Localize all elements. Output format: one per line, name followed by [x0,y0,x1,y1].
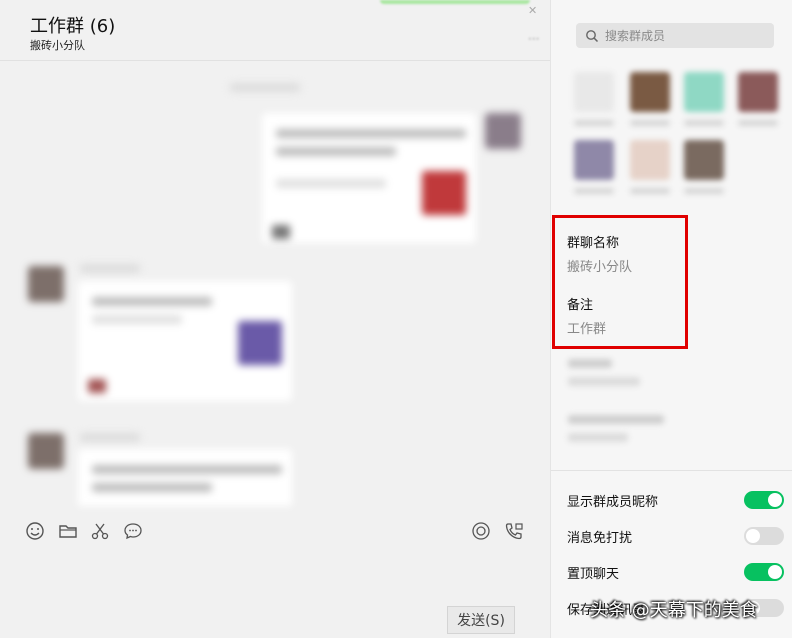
toggle-row-show-nicknames: 显示群成员昵称 [567,489,787,513]
more-icon[interactable]: ··· [528,32,539,46]
watermark: 头条 @天幕下的美食 [590,600,758,621]
chat-title: 工作群 (6) [30,16,116,37]
chat-pane: 工作群 (6) 搬砖小分队 ··· 发送(S) [0,0,550,638]
member-avatar[interactable] [574,72,614,112]
mute-notifications-toggle[interactable] [744,527,784,545]
emoji-icon[interactable] [24,520,46,542]
folder-icon[interactable] [57,520,79,542]
chat-subtitle: 搬砖小分队 [30,39,85,52]
chat-header: 工作群 (6) 搬砖小分队 ··· [0,0,550,61]
toggle-row-mute: 消息免打扰 [567,525,787,549]
member-avatar[interactable] [630,72,670,112]
toggle-label: 消息免打扰 [567,531,633,546]
close-icon[interactable]: ✕ [528,4,537,17]
divider [551,470,792,471]
toggle-label: 置顶聊天 [567,567,620,582]
avatar[interactable] [28,433,64,469]
member-avatar[interactable] [738,72,778,112]
scissors-icon[interactable] [89,520,111,542]
search-icon [586,29,599,42]
toggle-label: 显示群成员昵称 [567,495,659,510]
avatar[interactable] [485,113,521,149]
group-notice-section [560,355,790,460]
member-search[interactable] [576,23,774,48]
message-card[interactable] [78,281,292,401]
chat-bubble-icon[interactable] [122,520,144,542]
search-input[interactable] [603,27,767,44]
member-avatar[interactable] [574,140,614,180]
message-list [0,61,550,506]
member-grid [560,62,790,212]
show-nicknames-toggle[interactable] [744,491,784,509]
voice-call-icon[interactable] [470,520,492,542]
pin-chat-toggle[interactable] [744,563,784,581]
message-card[interactable] [78,449,292,506]
member-avatar[interactable] [684,140,724,180]
toggle-row-pin: 置顶聊天 [567,561,787,585]
avatar[interactable] [28,266,64,302]
send-button[interactable]: 发送(S) [447,606,515,634]
highlight-box [552,215,688,349]
video-call-icon[interactable] [503,520,525,542]
message-card[interactable] [262,113,476,243]
member-avatar[interactable] [630,140,670,180]
member-avatar[interactable] [684,72,724,112]
input-toolbar [0,508,550,552]
